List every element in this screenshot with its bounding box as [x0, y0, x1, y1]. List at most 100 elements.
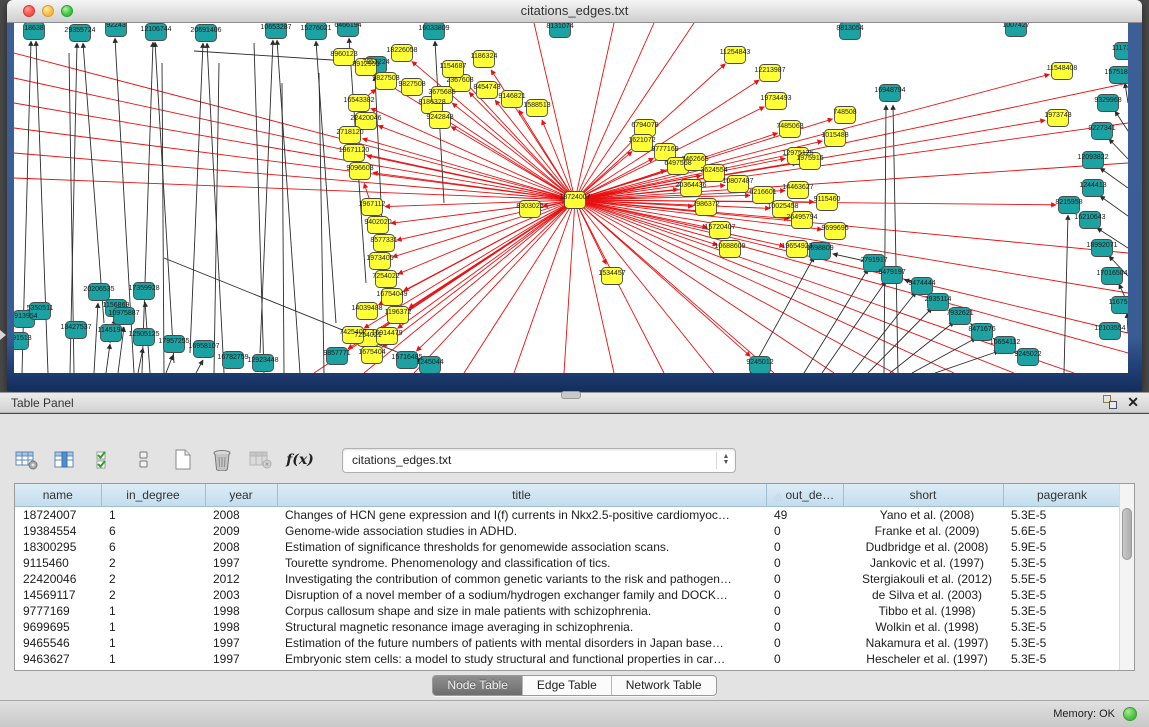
network-canvas[interactable]: 1863829355724922431210674420691406106532… — [14, 23, 1128, 373]
cell-out_degree[interactable]: 0 — [766, 523, 843, 539]
cell-name[interactable]: 18724007 — [15, 507, 101, 524]
graph-edge[interactable] — [469, 92, 575, 200]
cell-out_degree[interactable]: 49 — [766, 507, 843, 524]
cell-in_degree[interactable]: 6 — [101, 539, 205, 555]
column-header-pagerank[interactable]: pagerank — [1003, 484, 1121, 507]
graph-edge[interactable] — [491, 70, 575, 200]
cell-year[interactable]: 1998 — [205, 603, 277, 619]
cell-pagerank[interactable]: 5.3E-5 — [1003, 651, 1121, 667]
table-row[interactable]: 911546021997Tourette syndrome. Phenomeno… — [15, 555, 1121, 571]
cell-pagerank[interactable]: 5.3E-5 — [1003, 587, 1121, 603]
table-selector-combobox[interactable]: citations_edges.txt ▲ ▼ — [342, 448, 736, 473]
cell-short[interactable]: Yano et al. (2008) — [843, 507, 1003, 524]
cell-title[interactable]: Disruption of a novel member of a sodium… — [277, 587, 766, 603]
cell-short[interactable]: Tibbo et al. (1998) — [843, 603, 1003, 619]
tab-node-table[interactable]: Node Table — [433, 676, 522, 695]
column-header-short[interactable]: short — [843, 484, 1003, 507]
table-row[interactable]: 1830029562008Estimation of significance … — [15, 539, 1121, 555]
cell-pagerank[interactable]: 5.9E-5 — [1003, 539, 1121, 555]
cell-title[interactable]: Estimation of significance thresholds fo… — [277, 539, 766, 555]
scrollbar-thumb[interactable] — [1122, 508, 1132, 560]
cell-year[interactable]: 2003 — [205, 587, 277, 603]
cell-short[interactable]: Jankovic et al. (1997) — [843, 555, 1003, 571]
cell-in_degree[interactable]: 1 — [101, 619, 205, 635]
cell-title[interactable]: Genome-wide association studies in ADHD. — [277, 523, 766, 539]
cell-title[interactable]: Structural magnetic resonance image aver… — [277, 619, 766, 635]
table-row[interactable]: 977716911998Corpus callosum shape and si… — [15, 603, 1121, 619]
cell-name[interactable]: 9777169 — [15, 603, 101, 619]
cell-pagerank[interactable]: 5.3E-5 — [1003, 555, 1121, 571]
cell-in_degree[interactable]: 2 — [101, 571, 205, 587]
table-row[interactable]: 1938455462009Genome-wide association stu… — [15, 523, 1121, 539]
cell-year[interactable]: 2008 — [205, 507, 277, 524]
cell-out_degree[interactable]: 0 — [766, 603, 843, 619]
table-row[interactable]: 946362711997Embryonic stem cells: a mode… — [15, 651, 1121, 667]
cell-in_degree[interactable]: 2 — [101, 555, 205, 571]
column-header-title[interactable]: title — [277, 484, 766, 507]
cell-name[interactable]: 14569117 — [15, 587, 101, 603]
graph-edge[interactable] — [416, 200, 575, 351]
table-row[interactable]: 969969511998Structural magnetic resonanc… — [15, 619, 1121, 635]
cell-name[interactable]: 22420046 — [15, 571, 101, 587]
cell-pagerank[interactable]: 5.3E-5 — [1003, 635, 1121, 651]
cell-year[interactable]: 2009 — [205, 523, 277, 539]
show-columns-button[interactable] — [53, 448, 79, 472]
cell-short[interactable]: Hescheler et al. (1997) — [843, 651, 1003, 667]
cell-pagerank[interactable]: 5.5E-5 — [1003, 571, 1121, 587]
cell-name[interactable]: 9115460 — [15, 555, 101, 571]
row-height-button[interactable] — [131, 448, 157, 472]
cell-name[interactable]: 9465546 — [15, 635, 101, 651]
cell-in_degree[interactable]: 2 — [101, 587, 205, 603]
new-column-button[interactable] — [170, 448, 196, 472]
cell-title[interactable]: Embryonic stem cells: a model to study s… — [277, 651, 766, 667]
graph-edge[interactable] — [452, 103, 575, 200]
vertical-scrollbar[interactable] — [1119, 484, 1134, 670]
cell-short[interactable]: Wolkin et al. (1998) — [843, 619, 1003, 635]
cell-short[interactable]: Nakamura et al. (1997) — [843, 635, 1003, 651]
cell-short[interactable]: Dudbridge et al. (2008) — [843, 539, 1003, 555]
cell-pagerank[interactable]: 5.3E-5 — [1003, 603, 1121, 619]
graph-edge[interactable] — [443, 112, 575, 200]
cell-title[interactable]: Estimation of the future numbers of pati… — [277, 635, 766, 651]
cell-out_degree[interactable]: 0 — [766, 539, 843, 555]
cell-out_degree[interactable]: 0 — [766, 555, 843, 571]
cell-name[interactable]: 9463627 — [15, 651, 101, 667]
cell-name[interactable]: 18300295 — [15, 539, 101, 555]
cell-pagerank[interactable]: 5.3E-5 — [1003, 619, 1121, 635]
cell-name[interactable]: 9699695 — [15, 619, 101, 635]
table-mode-button[interactable] — [14, 448, 40, 472]
cell-pagerank[interactable]: 5.6E-5 — [1003, 523, 1121, 539]
window-titlebar[interactable]: citations_edges.txt — [7, 0, 1142, 23]
cell-title[interactable]: Investigating the contribution of common… — [277, 571, 766, 587]
close-panel-icon[interactable]: ✕ — [1127, 395, 1139, 409]
table-row[interactable]: 2242004622012Investigating the contribut… — [15, 571, 1121, 587]
cell-year[interactable]: 1997 — [205, 635, 277, 651]
cell-name[interactable]: 19384554 — [15, 523, 101, 539]
cell-in_degree[interactable]: 1 — [101, 507, 205, 524]
column-header-out_degree[interactable]: △out_de… — [766, 484, 843, 507]
cell-out_degree[interactable]: 0 — [766, 587, 843, 603]
memory-indicator-icon[interactable] — [1123, 707, 1137, 721]
cell-short[interactable]: de Silva et al. (2003) — [843, 587, 1003, 603]
splitter-grip[interactable] — [561, 391, 581, 399]
cell-out_degree[interactable]: 0 — [766, 651, 843, 667]
cell-out_degree[interactable]: 0 — [766, 571, 843, 587]
column-header-year[interactable]: year — [205, 484, 277, 507]
cell-short[interactable]: Franke et al. (2009) — [843, 523, 1003, 539]
cell-title[interactable]: Changes of HCN gene expression and I(f) … — [277, 507, 766, 524]
tab-edge-table[interactable]: Edge Table — [522, 676, 611, 695]
cell-in_degree[interactable]: 1 — [101, 635, 205, 651]
cell-year[interactable]: 2008 — [205, 539, 277, 555]
cell-in_degree[interactable]: 1 — [101, 603, 205, 619]
cell-title[interactable]: Corpus callosum shape and size in male p… — [277, 603, 766, 619]
cell-out_degree[interactable]: 0 — [766, 635, 843, 651]
cell-year[interactable]: 1997 — [205, 651, 277, 667]
column-header-in_degree[interactable]: in_degree — [101, 484, 205, 507]
network-graph[interactable]: 1863829355724922431210674420691406106532… — [14, 23, 1128, 373]
cell-out_degree[interactable]: 0 — [766, 619, 843, 635]
table-row[interactable]: 946554611997Estimation of the future num… — [15, 635, 1121, 651]
table-row[interactable]: 1872400712008Changes of HCN gene express… — [15, 507, 1121, 524]
tab-network-table[interactable]: Network Table — [611, 676, 716, 695]
function-builder-button[interactable]: f(x) — [287, 448, 313, 472]
cell-year[interactable]: 1998 — [205, 619, 277, 635]
